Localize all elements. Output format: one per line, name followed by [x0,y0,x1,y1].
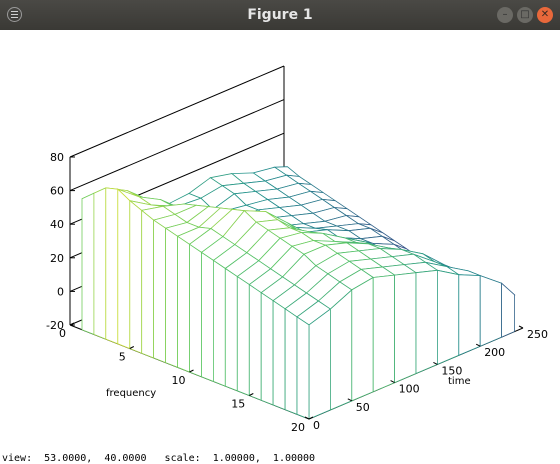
status-text: view: 53.0000, 40.0000 scale: 1.00000, 1… [2,453,316,464]
frequency-tick-label: 10 [172,374,186,387]
z-tick-label: 40 [50,218,64,231]
frequency-tick-label: 15 [231,398,245,411]
surface-curtain [105,187,119,345]
surface-curtain [296,316,310,420]
time-tick-label: 200 [484,346,505,359]
surface-curtain [501,282,515,338]
time-tick-label: 0 [313,419,320,432]
surface-curtain [260,291,274,406]
frequency-axis-label: frequency [106,388,156,399]
surface-plot[interactable]: 806040200-2005101520 050100150200250 freq… [0,30,560,440]
time-tick-label: 50 [356,401,370,414]
time-tick-label: 250 [527,328,548,341]
frequency-tick-label: 0 [59,327,66,340]
surface-curtain [165,227,179,368]
close-button[interactable]: ✕ [537,7,553,23]
maximize-button[interactable]: □ [517,7,533,23]
surface-curtain [329,289,353,411]
z-tick-label: 0 [57,285,64,298]
surface-curtain [248,283,262,401]
surface-curtain [93,187,107,340]
time-tick-label: 100 [399,383,420,396]
surface-curtain [212,259,226,387]
surface-curtain [479,275,503,347]
minimize-icon: – [502,9,508,20]
surface-curtain [351,276,374,402]
surface-curtain [236,275,250,397]
surface-curtain [153,219,167,364]
window-title: Figure 1 [247,7,313,23]
z-tick-label: 80 [50,151,64,164]
close-icon: ✕ [540,9,550,20]
minimize-button[interactable]: – [497,7,513,23]
maximize-icon: □ [520,9,530,20]
window-titlebar[interactable]: Figure 1 – □ ✕ [0,0,560,30]
surface-curtain [129,199,143,354]
surface-curtain [394,272,417,384]
surface-curtain [117,188,131,350]
status-bar: view: 53.0000, 40.0000 scale: 1.00000, 1… [0,440,560,464]
surface-curtain [224,267,238,392]
surface-curtain [308,308,331,420]
z-tick-label: 60 [50,185,64,198]
axis-line-top-back [69,65,285,158]
surface-curtain [372,274,396,393]
surface-curtain [141,209,155,359]
surface-curtain [436,269,460,366]
frequency-tick-label: 5 [119,351,126,364]
window-menu-icon[interactable] [7,7,22,22]
surface-curtain [81,192,95,335]
surface-curtain [177,235,190,373]
surface-curtain [284,308,298,415]
frequency-tick-label: 20 [291,421,305,434]
surface-curtain [201,251,214,382]
surface-curtain [189,243,202,378]
z-tick-label: 20 [50,252,64,265]
time-tick-mark [518,325,524,329]
surface-curtain [272,299,286,411]
time-axis-label: time [448,376,471,387]
surface-curtain [415,269,438,375]
plot-canvas[interactable]: 80 60 40 20 0 -20 0 5 10 15 20 0 50 100 150 200 250 freq… [0,30,560,440]
surface-curtain [458,274,481,356]
